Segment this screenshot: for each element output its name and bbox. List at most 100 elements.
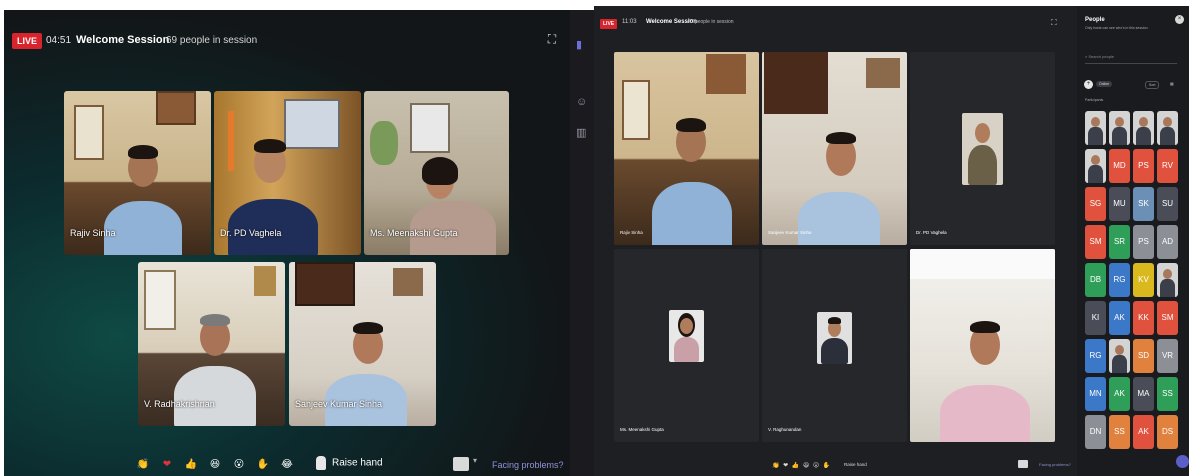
picture-in-picture-icon[interactable] [453,457,469,471]
panel-title: People [1085,17,1105,23]
participant-avatar[interactable]: KV [1133,263,1154,297]
elapsed-time: 04:51 [46,35,72,46]
participant-avatar[interactable]: RV [1157,149,1178,183]
participant-avatar[interactable]: AD [1157,225,1178,259]
people-panel: People Only hosts can see who's in this … [1077,6,1189,476]
session-header: LIVE 11:03 Welcome Session 77 people in … [594,6,1077,42]
participant-avatar[interactable]: PS [1133,225,1154,259]
people-count[interactable]: 77 people in session [688,19,734,25]
video-tile[interactable]: V. Radhakrishnan [138,262,285,426]
scroll-down-button[interactable] [1176,455,1189,468]
participant-avatar[interactable]: DB [1085,263,1106,297]
participant-avatar[interactable] [1109,111,1130,145]
chat-icon[interactable]: ▮ [576,38,590,52]
video-tile[interactable] [910,249,1055,442]
clap-reaction-icon[interactable]: 👏 [136,458,150,472]
participant-avatar[interactable] [1109,339,1130,373]
participant-avatar[interactable]: SG [1085,187,1106,221]
participant-avatar[interactable] [1085,111,1106,145]
video-tile[interactable]: V. Raghunandan [762,249,907,442]
picture-in-picture-icon[interactable] [1018,460,1028,468]
participant-avatar[interactable] [1157,263,1178,297]
video-tile[interactable]: Sanjeev Kumar Sinha [289,262,436,426]
participant-avatar[interactable]: AK [1109,301,1130,335]
add-icon[interactable]: + [1084,80,1093,89]
chevron-down-icon[interactable]: ▾ [473,456,477,465]
participant-name: Dr. PD Vaghela [916,230,947,235]
participant-avatar[interactable]: RG [1109,263,1130,297]
video-tile[interactable]: Sanjeev Kumar Sinha [762,52,907,245]
raise-hand-button[interactable]: Raise hand [844,462,867,467]
video-tile[interactable]: Dr. PD Vaghela [910,52,1055,245]
participant-avatar[interactable]: MU [1109,187,1130,221]
participant-avatar[interactable]: MD [1109,149,1130,183]
participant-name: Ms. Meenakshi Gupta [620,427,664,432]
hand-reaction-icon[interactable]: ✋ [256,458,270,472]
right-session-window: LIVE 11:03 Welcome Session 77 people in … [594,6,1189,476]
close-icon[interactable]: × [1175,15,1184,24]
participant-avatar[interactable]: SK [1133,187,1154,221]
poll-icon[interactable]: ▥ [576,126,590,140]
fullscreen-icon[interactable]: ⛶ [1051,18,1057,28]
participant-avatar[interactable]: VR [1157,339,1178,373]
people-icon[interactable]: ☺ [576,96,590,110]
grid-view-icon[interactable]: ▦ [1170,81,1174,86]
raise-hand-button[interactable]: Raise hand [316,456,383,470]
participant-avatar[interactable]: MN [1085,377,1106,411]
filter-chip[interactable]: Online [1096,81,1113,87]
search-placeholder: Search people [1088,54,1115,59]
participant-avatar[interactable]: SS [1109,415,1130,449]
section-label: Participants [1085,98,1104,102]
sort-button[interactable]: Sort [1145,81,1160,89]
participant-avatar[interactable]: KI [1085,301,1106,335]
participant-avatar[interactable]: DS [1157,415,1178,449]
participant-photo [817,312,852,364]
participant-avatar[interactable]: SS [1157,377,1178,411]
facing-problems-link[interactable]: Facing problems? [492,460,564,470]
participant-name: Ms. Meenakshi Gupta [370,228,458,238]
heart-reaction-icon[interactable]: ❤ [160,458,174,472]
participant-avatar[interactable]: AK [1133,415,1154,449]
video-tile[interactable]: Ms. Meenakshi Gupta [364,91,509,255]
elapsed-time: 11:03 [622,19,637,25]
participant-avatar[interactable]: SR [1109,225,1130,259]
panel-subtitle: Only hosts can see who's in this session [1085,26,1148,30]
participant-avatar[interactable]: MA [1133,377,1154,411]
video-tile[interactable]: Ms. Meenakshi Gupta [614,249,759,442]
participant-name: Sanjeev Kumar Sinha [768,230,812,235]
participant-avatar[interactable]: SM [1085,225,1106,259]
wow-reaction-icon[interactable]: 😮 [232,458,246,472]
participant-avatar[interactable] [1157,111,1178,145]
laugh-reaction-icon[interactable]: 😆 [208,458,222,472]
participant-name: Rajiv Sinha [620,230,643,235]
people-count[interactable]: 69 people in session [166,35,257,46]
participant-avatar[interactable]: KK [1133,301,1154,335]
raise-hand-label: Raise hand [332,457,383,469]
hand-icon [316,456,326,470]
search-input[interactable]: ⌕ Search people [1085,54,1177,64]
participant-name: Dr. PD Vaghela [220,228,282,238]
participant-name: Sanjeev Kumar Sinha [295,399,383,409]
participant-photo [669,310,704,362]
participant-avatar[interactable] [1085,149,1106,183]
participant-avatar[interactable]: RG [1085,339,1106,373]
participant-avatar[interactable] [1133,111,1154,145]
joy-reaction-icon[interactable]: 😂 [280,458,294,472]
thumbs-up-reaction-icon[interactable]: 👍 [184,458,198,472]
session-title: Welcome Session [76,34,170,46]
video-tile[interactable]: Rajiv Sinha [64,91,211,255]
participant-name: V. Radhakrishnan [144,399,215,409]
video-tile[interactable]: Dr. PD Vaghela [214,91,361,255]
participant-avatar[interactable]: SM [1157,301,1178,335]
participant-avatar[interactable]: DN [1085,415,1106,449]
participant-photo [962,113,1003,185]
participant-avatar[interactable]: SU [1157,187,1178,221]
facing-problems-link[interactable]: Facing problems? [1039,462,1071,467]
live-badge: LIVE [12,33,43,49]
participant-avatar[interactable]: SD [1133,339,1154,373]
participant-avatar[interactable]: AK [1109,377,1130,411]
participant-avatar[interactable]: PS [1133,149,1154,183]
reaction-bar[interactable]: 👏 ❤ 👍 😆 😮 ✋ [772,462,831,469]
fullscreen-icon[interactable]: ⛶ [544,30,560,48]
video-tile[interactable]: Rajiv Sinha [614,52,759,245]
